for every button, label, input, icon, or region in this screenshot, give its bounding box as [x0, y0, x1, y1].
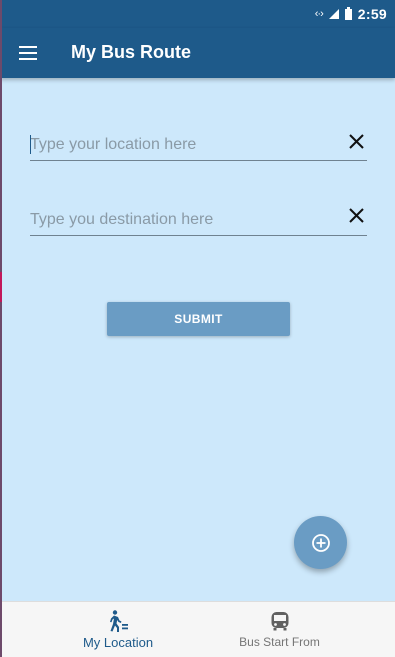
add-circle-icon: [311, 533, 330, 552]
window-edge: [0, 0, 2, 657]
nav-label-my-location: My Location: [82, 635, 154, 650]
submit-button[interactable]: SUBMIT: [107, 302, 290, 336]
fab-add-button[interactable]: [294, 516, 347, 569]
close-icon[interactable]: [347, 131, 367, 153]
status-bar: ‹·› 2:59: [0, 0, 395, 28]
location-input[interactable]: [30, 131, 330, 159]
data-transfer-icon: ‹·›: [314, 8, 324, 20]
close-icon[interactable]: [347, 206, 367, 228]
walking-person-icon: [106, 609, 130, 638]
app-screen: ‹·› 2:59 My Bus Route Type your location…: [0, 0, 395, 657]
app-bar: My Bus Route: [0, 28, 395, 78]
destination-input[interactable]: [30, 206, 330, 234]
status-icons: ‹·› 2:59: [315, 0, 387, 28]
signal-icon: [328, 9, 339, 19]
window-edge-accent: [0, 272, 2, 302]
hamburger-menu-icon[interactable]: [13, 39, 43, 67]
nav-item-bus-start-from[interactable]: Bus Start From: [192, 602, 367, 657]
nav-label-bus-start-from: Bus Start From: [239, 635, 320, 649]
bus-icon: [269, 609, 291, 638]
destination-underline: [30, 235, 367, 236]
location-underline: [30, 160, 367, 161]
text-caret: [30, 135, 31, 154]
bottom-navigation: My Location Bus Start From: [0, 601, 395, 657]
battery-icon: [344, 6, 352, 20]
status-time: 2:59: [357, 6, 387, 22]
page-title: My Bus Route: [71, 42, 192, 62]
nav-item-my-location[interactable]: My Location: [30, 602, 206, 657]
destination-field: [30, 206, 367, 236]
location-field: [30, 131, 367, 161]
